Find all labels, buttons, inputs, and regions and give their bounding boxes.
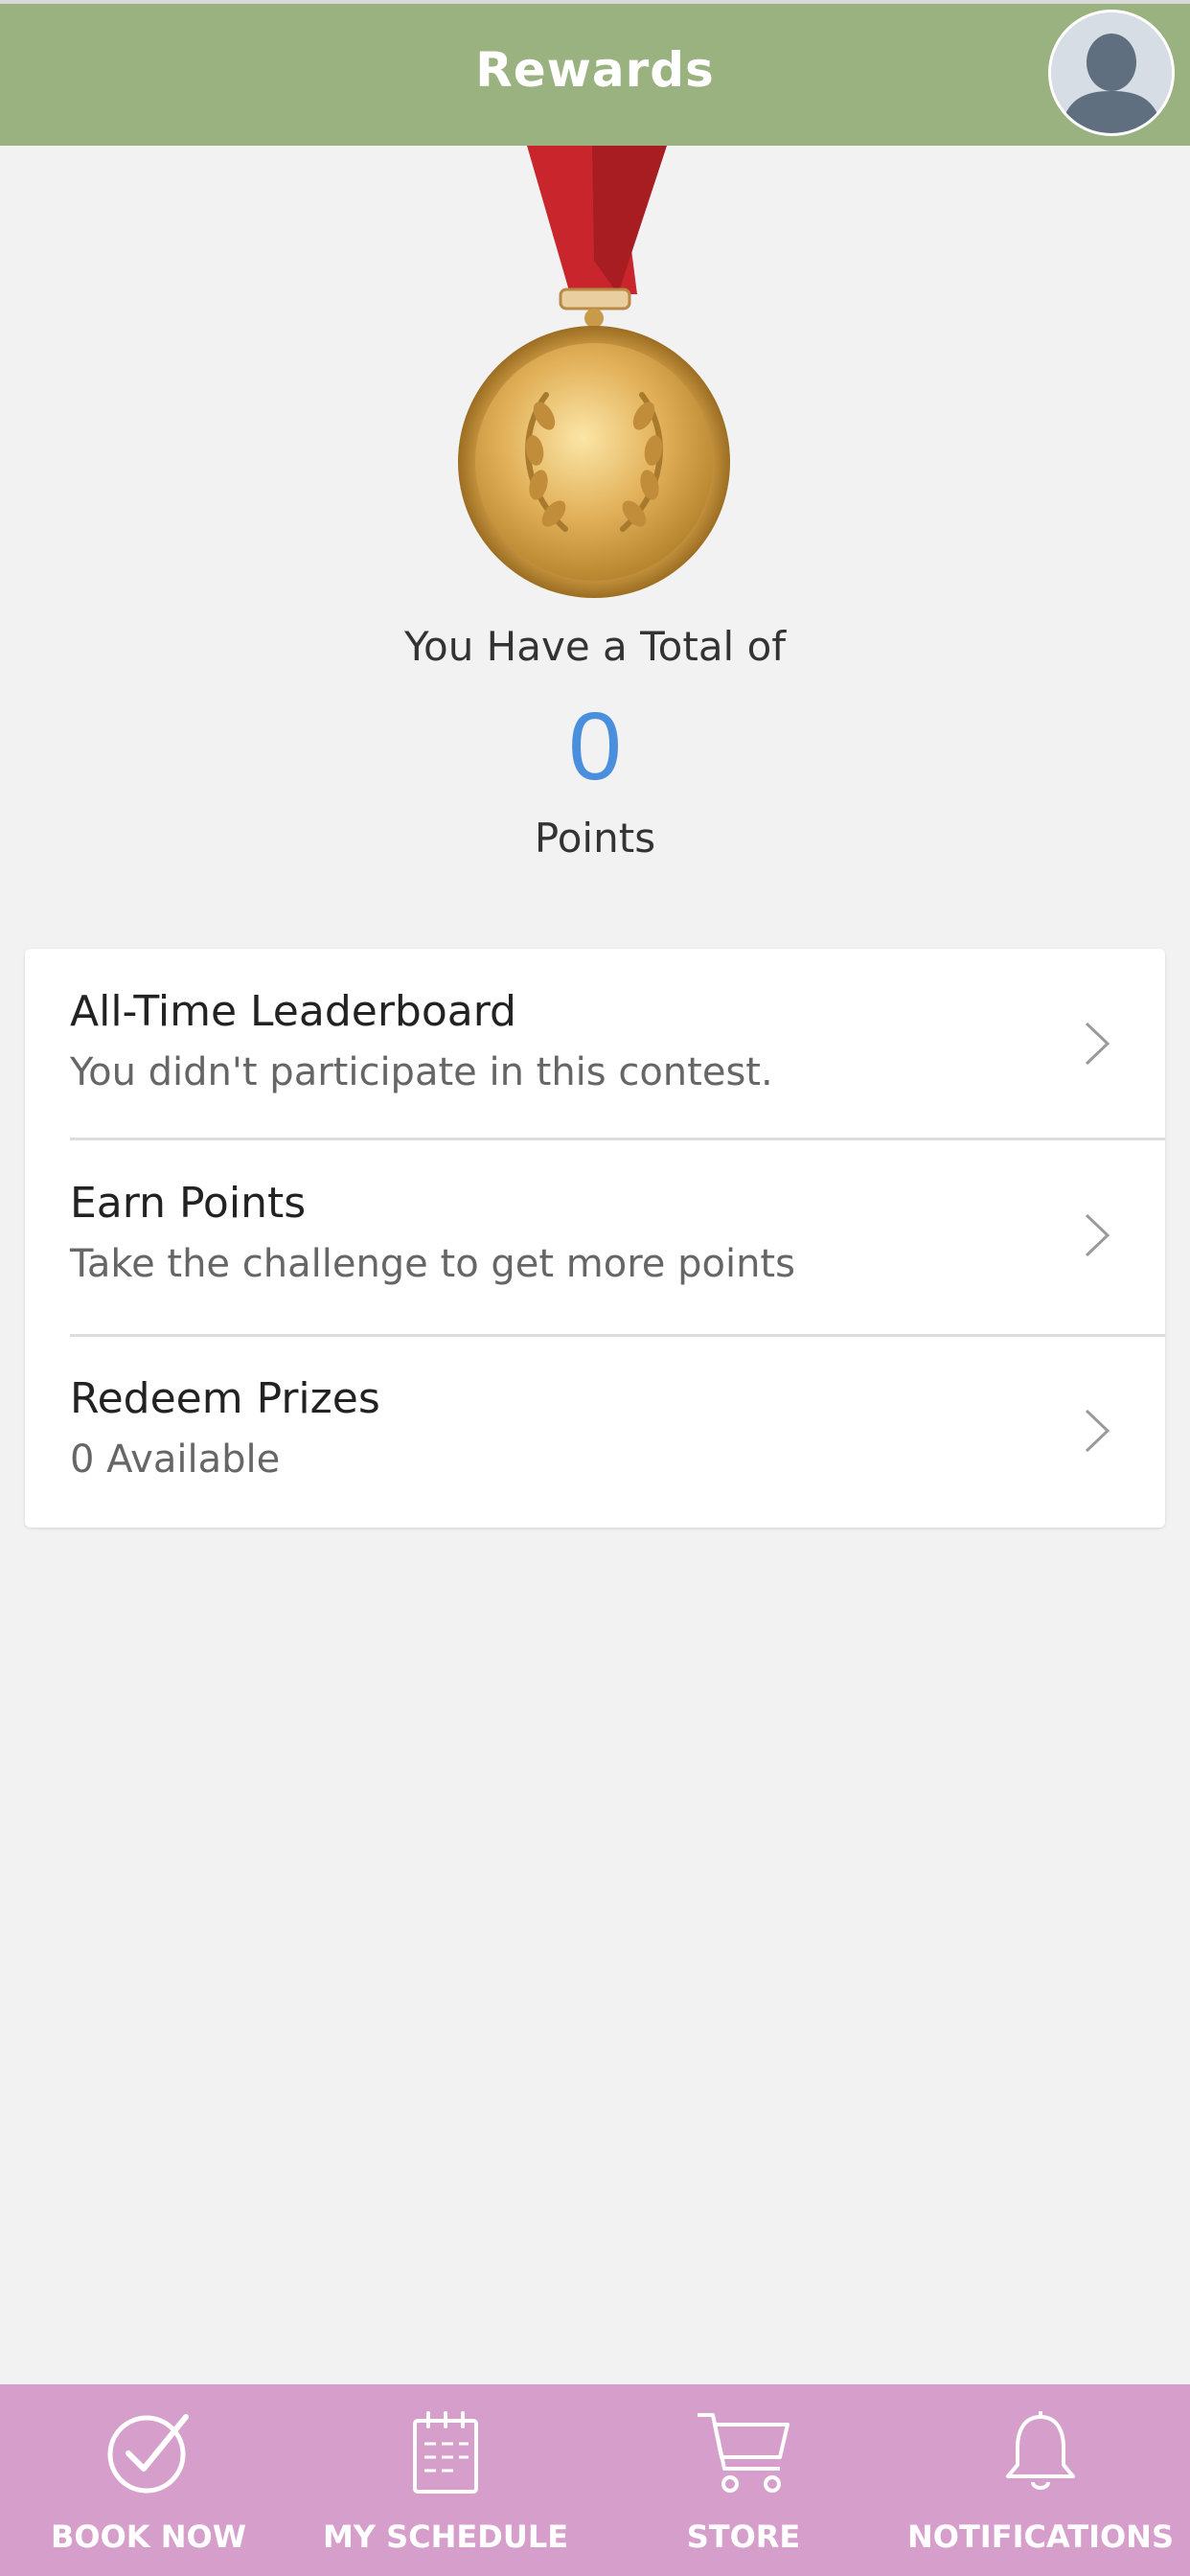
app-header: Rewards — [0, 0, 1190, 146]
nav-label: MY SCHEDULE — [322, 2518, 569, 2555]
nav-label: NOTIFICATIONS — [906, 2518, 1174, 2555]
nav-label: BOOK NOW — [50, 2518, 246, 2555]
menu-item-earn-points[interactable]: Earn Points Take the challenge to get mo… — [25, 1140, 1165, 1332]
points-unit-label: Points — [534, 815, 656, 862]
nav-notifications[interactable]: NOTIFICATIONS — [897, 2384, 1184, 2576]
nav-label: STORE — [686, 2518, 801, 2555]
rewards-menu: All-Time Leaderboard You didn't particip… — [25, 949, 1165, 1528]
nav-my-schedule[interactable]: MY SCHEDULE — [302, 2384, 589, 2576]
menu-item-title: Redeem Prizes — [70, 1374, 380, 1423]
check-circle-icon — [107, 2414, 189, 2494]
menu-item-redeem-prizes[interactable]: Redeem Prizes 0 Available — [25, 1336, 1165, 1528]
nav-book-now[interactable]: BOOK NOW — [5, 2384, 292, 2576]
menu-item-subtitle: Take the challenge to get more points — [70, 1242, 795, 1286]
chevron-right-icon — [1085, 1409, 1110, 1453]
menu-item-title: Earn Points — [70, 1179, 307, 1228]
chevron-right-icon — [1085, 1213, 1110, 1257]
cart-icon — [698, 2413, 790, 2493]
bell-icon — [1006, 2411, 1075, 2490]
menu-item-title: All-Time Leaderboard — [70, 987, 516, 1036]
points-value: 0 — [568, 693, 622, 800]
menu-item-subtitle: You didn't participate in this contest. — [70, 1050, 773, 1094]
menu-item-leaderboard[interactable]: All-Time Leaderboard You didn't particip… — [25, 949, 1165, 1140]
menu-item-subtitle: 0 Available — [70, 1438, 281, 1482]
calendar-icon — [413, 2411, 478, 2494]
user-avatar-icon[interactable] — [1048, 10, 1175, 136]
bottom-navigation: BOOK NOW MY SCHEDULE STORE NOTIFICATIONS — [0, 2384, 1190, 2576]
points-total-label: You Have a Total of — [403, 623, 787, 670]
page-title: Rewards — [475, 42, 715, 98]
chevron-right-icon — [1085, 1022, 1110, 1066]
nav-store[interactable]: STORE — [600, 2384, 887, 2576]
gold-medal-icon — [450, 146, 738, 606]
